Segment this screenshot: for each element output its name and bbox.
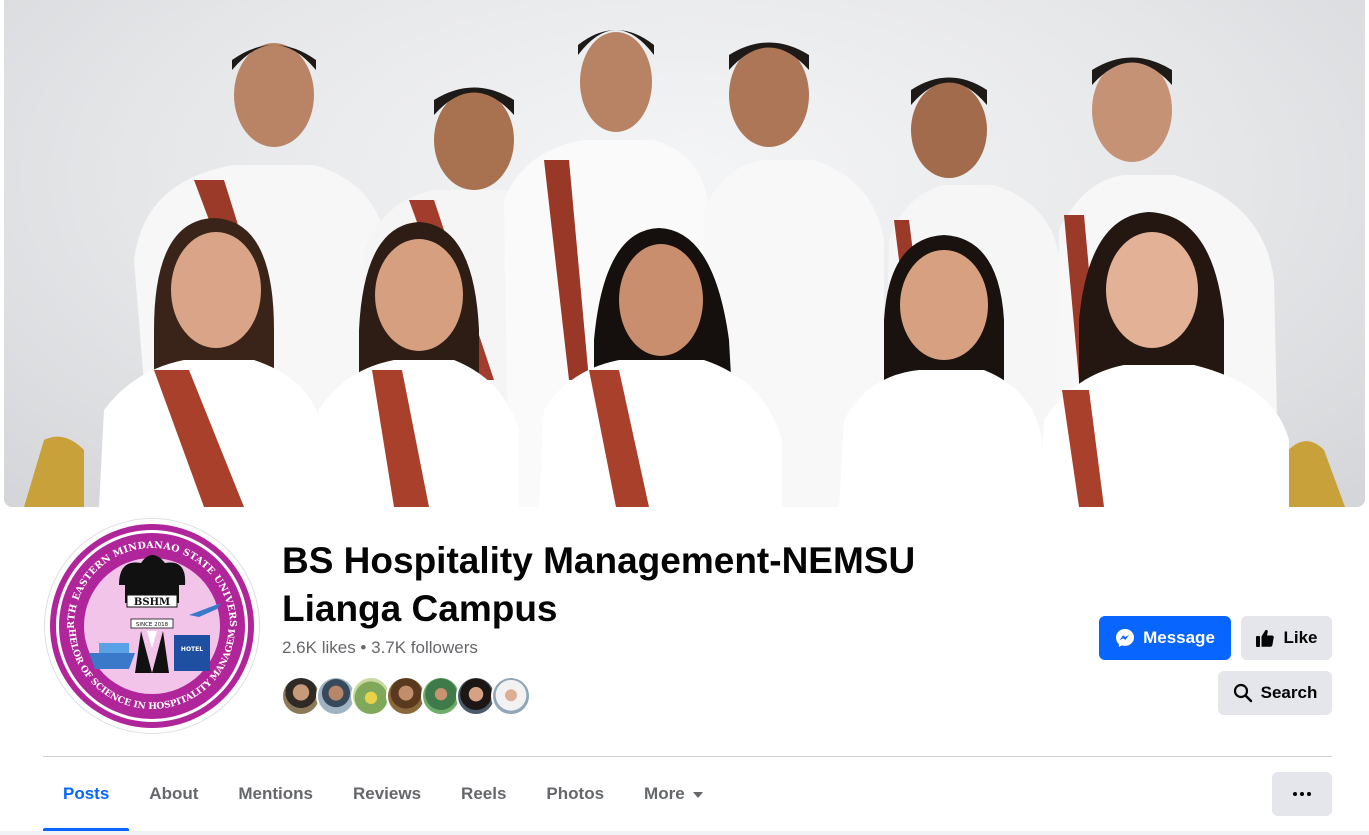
message-button[interactable]: Message (1099, 616, 1231, 660)
followers-count[interactable]: 3.7K followers (371, 638, 478, 657)
ellipsis-icon (1300, 792, 1304, 796)
ellipsis-icon (1307, 792, 1311, 796)
tab-more[interactable]: More (624, 757, 723, 831)
page-title: BS Hospitality Management-NEMSU Lianga C… (282, 540, 916, 629)
tab-photos[interactable]: Photos (526, 757, 624, 831)
tab-posts[interactable]: Posts (43, 757, 130, 831)
tab-reels[interactable]: Reels (441, 757, 526, 831)
tab-mentions[interactable]: Mentions (218, 757, 333, 831)
page-stats: 2.6K likes • 3.7K followers (282, 638, 478, 658)
cover-photo[interactable] (4, 0, 1365, 507)
thumbs-up-icon (1256, 629, 1275, 647)
ellipsis-icon (1293, 792, 1297, 796)
more-options-button[interactable] (1272, 772, 1332, 816)
tab-reviews[interactable]: Reviews (333, 757, 441, 831)
tab-label: Posts (63, 784, 110, 803)
friend-avatar[interactable] (351, 676, 391, 716)
friend-avatar[interactable] (491, 676, 531, 716)
page-tabs: Posts About Mentions Reviews Reels Photo… (43, 757, 723, 831)
tab-label: More (644, 784, 685, 803)
friend-avatar[interactable] (456, 676, 496, 716)
logo-hotel-text: HOTEL (181, 646, 203, 653)
like-button[interactable]: Like (1241, 616, 1332, 660)
tab-label: About (149, 784, 199, 803)
tab-label: Reels (461, 784, 507, 803)
tab-label: Reviews (353, 784, 422, 803)
message-button-label: Message (1143, 628, 1215, 647)
section-separator (0, 831, 1369, 835)
friend-avatar[interactable] (386, 676, 426, 716)
bshm-logo: NORTH EASTERN MINDANAO STATE UNIVERSITY … (49, 523, 254, 728)
tab-about[interactable]: About (129, 757, 218, 831)
logo-badge-text: BSHM (134, 597, 170, 608)
friend-avatar[interactable] (316, 676, 356, 716)
stats-separator: • (355, 638, 372, 657)
caret-down-icon (692, 792, 703, 798)
profile-picture[interactable]: NORTH EASTERN MINDANAO STATE UNIVERSITY … (45, 519, 259, 733)
friend-avatar[interactable] (281, 676, 321, 716)
friend-avatar[interactable] (421, 676, 461, 716)
search-icon (1233, 683, 1252, 703)
tab-label: Photos (546, 784, 605, 803)
logo-since-text: SINCE 2018 (136, 622, 169, 628)
likes-count[interactable]: 2.6K likes (282, 638, 356, 657)
like-button-label: Like (1283, 628, 1318, 647)
search-button[interactable]: Search (1218, 671, 1332, 715)
tab-label: Mentions (238, 784, 313, 803)
friend-avatars (281, 676, 531, 716)
cover-photo-graphic (24, 30, 1345, 507)
messenger-icon (1116, 629, 1135, 647)
search-button-label: Search (1260, 683, 1318, 702)
